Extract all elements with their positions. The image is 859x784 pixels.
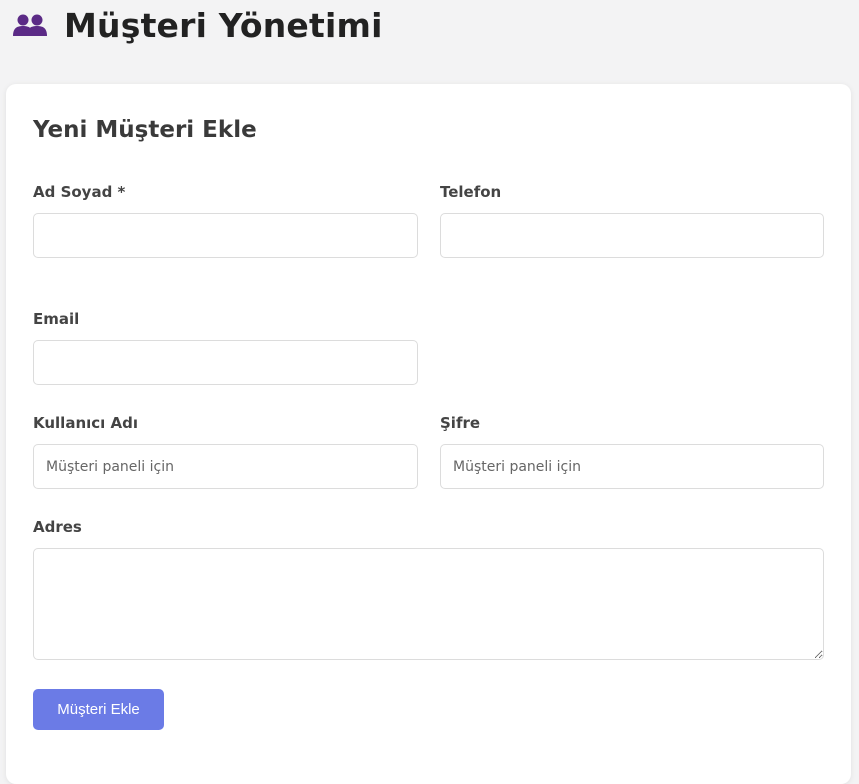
add-customer-button[interactable]: Müşteri Ekle	[33, 689, 164, 730]
page-title: Müşteri Yönetimi	[64, 5, 383, 45]
email-input[interactable]	[33, 340, 418, 385]
add-customer-card: Yeni Müşteri Ekle Ad Soyad * Telefon Ema…	[6, 84, 851, 784]
password-label: Şifre	[440, 414, 481, 432]
users-icon	[12, 12, 48, 38]
address-textarea[interactable]	[33, 548, 824, 660]
email-label: Email	[33, 310, 80, 328]
form-title: Yeni Müşteri Ekle	[33, 117, 257, 143]
phone-input[interactable]	[440, 213, 824, 258]
username-label: Kullanıcı Adı	[33, 414, 139, 432]
phone-label: Telefon	[440, 183, 502, 201]
name-input[interactable]	[33, 213, 418, 258]
page-header: Müşteri Yönetimi	[12, 0, 383, 50]
address-label: Adres	[33, 518, 82, 536]
username-input[interactable]	[33, 444, 418, 489]
password-input[interactable]	[440, 444, 824, 489]
name-label: Ad Soyad *	[33, 183, 126, 201]
